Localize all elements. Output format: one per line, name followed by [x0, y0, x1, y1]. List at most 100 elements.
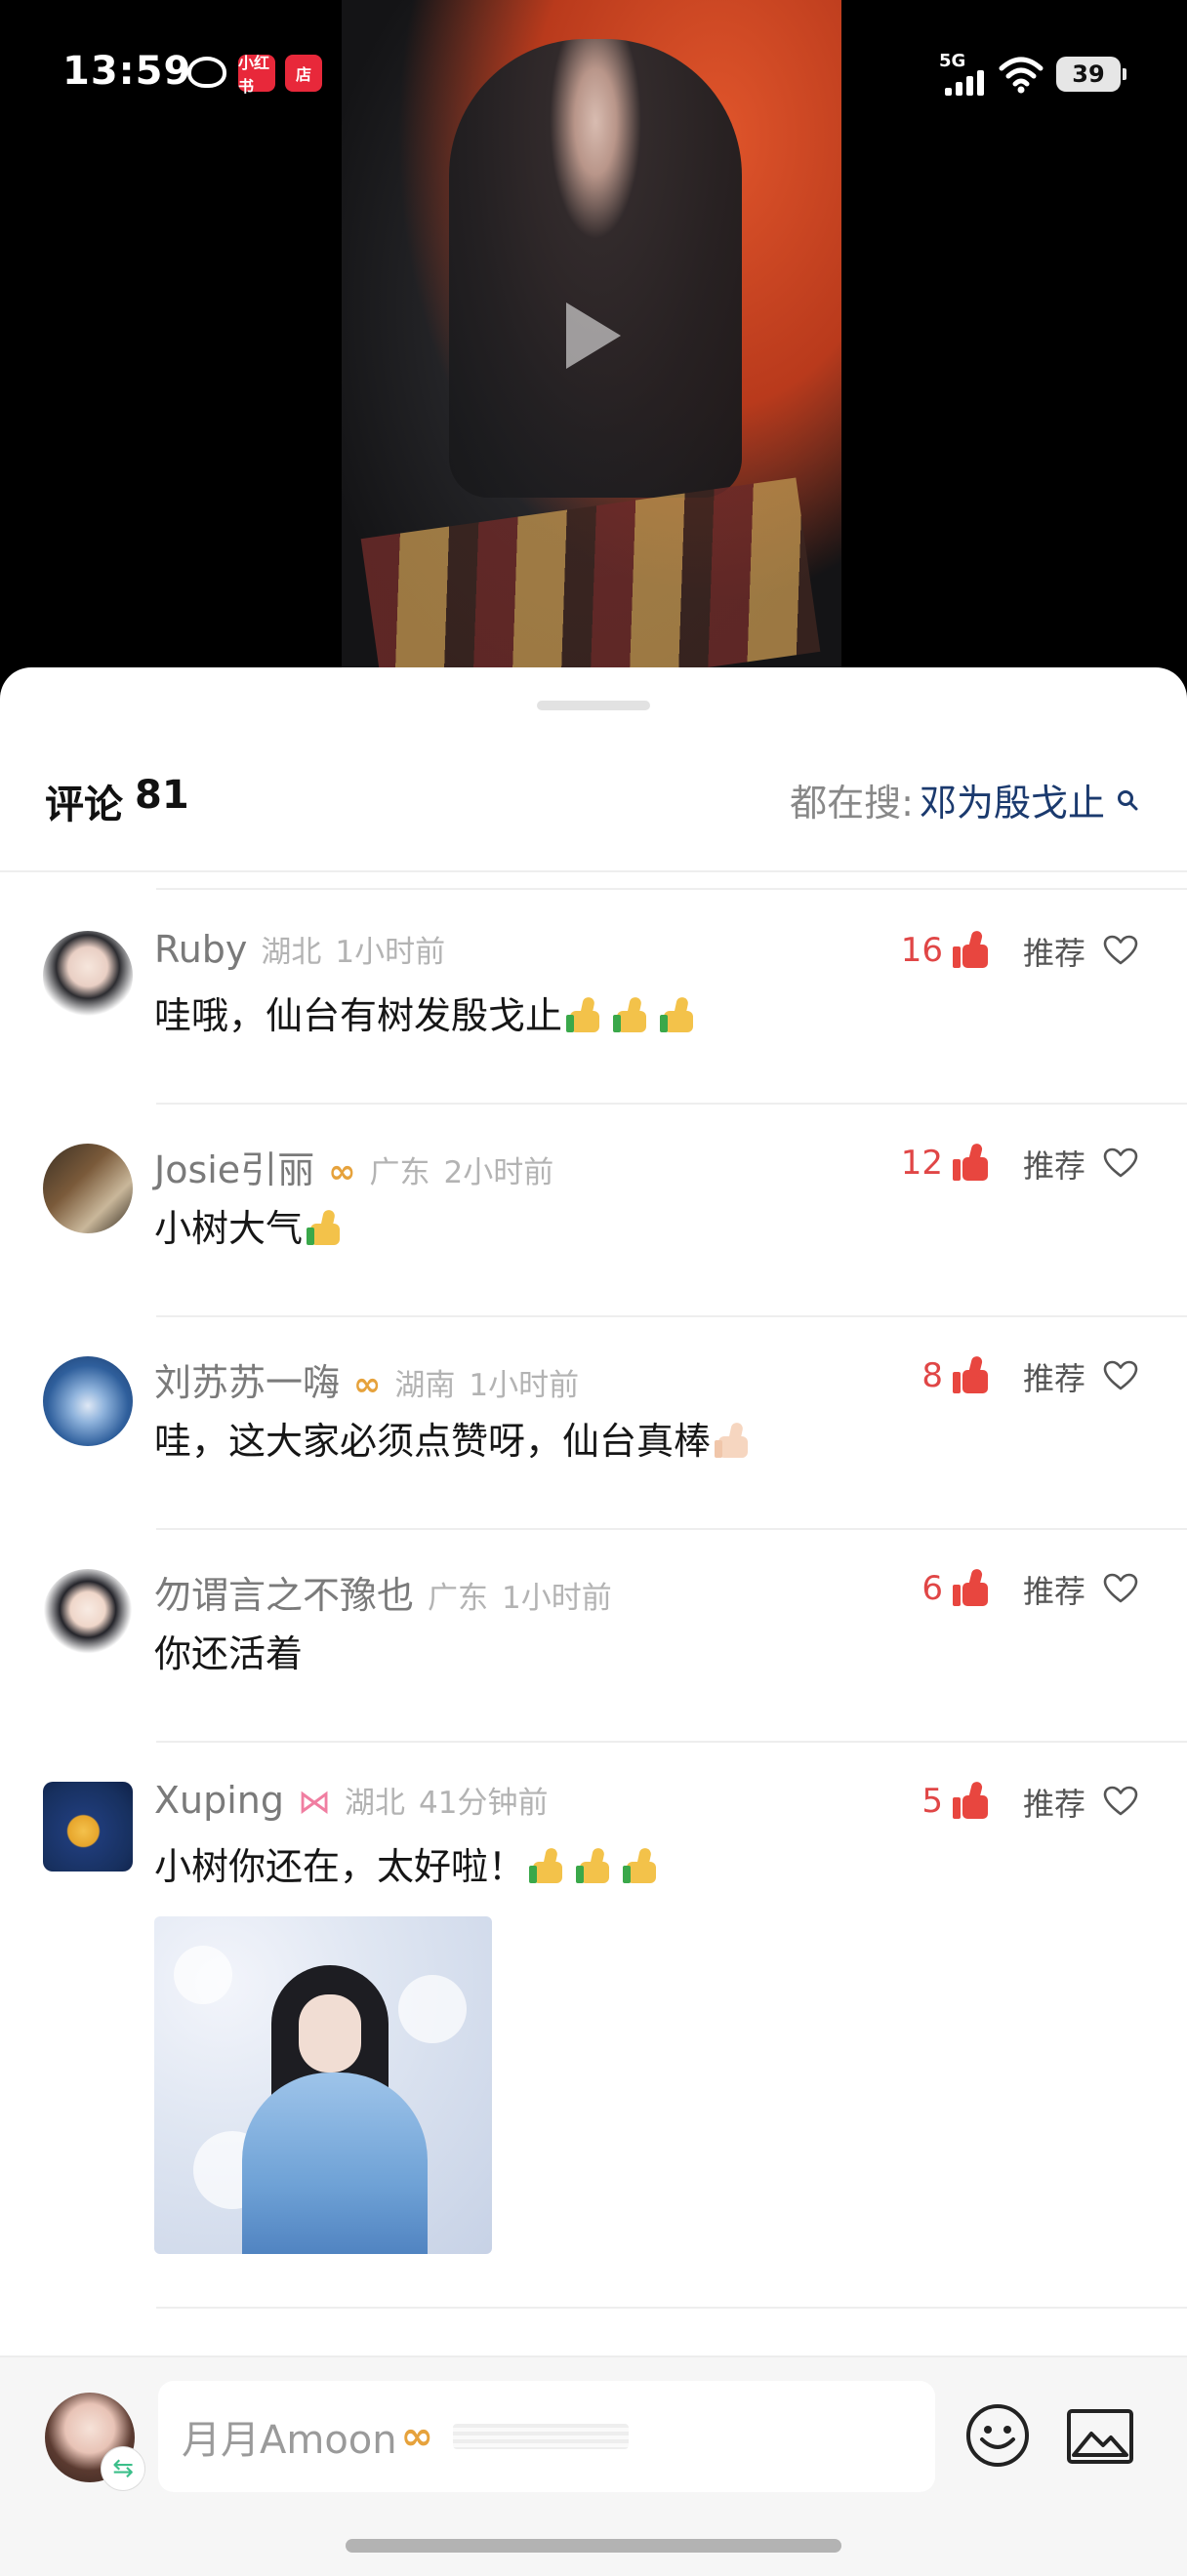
signal-icon — [945, 68, 986, 96]
like-count: 8 — [921, 1356, 943, 1395]
like-button[interactable]: 8 — [921, 1356, 992, 1395]
like-button[interactable]: 16 — [901, 931, 992, 970]
thumbs-up-emoji-icon — [529, 1846, 572, 1885]
comment-meta: Xuping ⋈ 湖北 41分钟前 — [154, 1778, 548, 1822]
thumbs-up-emoji-icon — [566, 995, 609, 1034]
home-indicator[interactable] — [346, 2539, 841, 2553]
comment-author[interactable]: Xuping — [154, 1779, 284, 1822]
comment-location: 湖北 — [261, 935, 322, 970]
thumbs-up-emoji-icon — [660, 995, 703, 1034]
recommend-button[interactable]: 推荐 — [1023, 1567, 1085, 1612]
xiaohongshu-badge-icon: 小红书 — [238, 54, 275, 96]
thumbs-up-emoji-icon — [715, 1421, 757, 1460]
thumbs-up-emoji-icon — [576, 1846, 619, 1885]
comment-item[interactable]: Ruby 湖北 1小时前 哇哦，仙台有树发殷戈止 16 推荐 — [0, 892, 1187, 1105]
comment-meta: Ruby 湖北 1小时前 — [154, 927, 445, 971]
thumbs-up-emoji-icon — [307, 1208, 349, 1247]
like-button[interactable]: 5 — [921, 1782, 992, 1821]
avatar[interactable] — [43, 1569, 133, 1659]
input-user-name: 月月Amoon — [182, 2418, 397, 2463]
comment-meta: Josie引丽 ∞ 广东 2小时前 — [154, 1140, 553, 1193]
switch-account-icon[interactable]: ⇆ — [102, 2447, 144, 2490]
play-icon[interactable] — [566, 302, 621, 369]
like-icon[interactable] — [953, 1569, 992, 1608]
comment-meta: 刘苏苏一嗨 ∞ 湖南 1小时前 — [154, 1352, 579, 1406]
status-time: 13:59 — [62, 49, 192, 94]
blossom-decoration — [398, 1975, 467, 2043]
input-placeholder-blurred — [452, 2424, 629, 2449]
recommend-button[interactable]: 推荐 — [1023, 1780, 1085, 1825]
avatar[interactable] — [43, 1782, 133, 1872]
comment-author[interactable]: 勿谓言之不豫也 — [154, 1565, 414, 1619]
comment-text: 小树大气 — [154, 1198, 349, 1252]
like-icon[interactable] — [953, 931, 992, 970]
heart-icon[interactable] — [1103, 1573, 1138, 1604]
comment-text-content: 你还活着 — [154, 1632, 304, 1675]
comment-item[interactable]: Josie引丽 ∞ 广东 2小时前 小树大气 12 推荐 — [0, 1105, 1187, 1317]
thumbs-up-emoji-icon — [623, 1846, 666, 1885]
like-icon[interactable] — [953, 1782, 992, 1821]
comment-input-bar: ⇆ 月月Amoon ∞ — [0, 2355, 1187, 2576]
figure-robe — [242, 2073, 428, 2254]
like-icon[interactable] — [953, 1144, 992, 1183]
trending-label: 都在搜: — [790, 782, 914, 825]
like-count: 5 — [921, 1782, 943, 1821]
like-icon[interactable] — [953, 1356, 992, 1395]
recommend-button[interactable]: 推荐 — [1023, 1142, 1085, 1187]
comment-input[interactable]: 月月Amoon ∞ — [158, 2381, 935, 2492]
avatar[interactable] — [43, 1356, 133, 1446]
comment-item[interactable]: 刘苏苏一嗨 ∞ 湖南 1小时前 哇，这大家必须点赞呀，仙台真棒 8 推荐 — [0, 1317, 1187, 1530]
comment-location: 湖南 — [394, 1368, 456, 1403]
comment-sheet: 评论 81 都在搜: 邓为殷戈止 Ruby 湖北 1小时前 哇哦，仙台有树发殷戈… — [0, 667, 1187, 2576]
comment-author[interactable]: Ruby — [154, 928, 247, 971]
comment-text: 小树你还在，太好啦！ — [154, 1836, 666, 1890]
battery-icon: 39 — [1056, 57, 1126, 92]
comment-time: 1小时前 — [502, 1581, 612, 1616]
like-button[interactable]: 6 — [921, 1569, 992, 1608]
heart-icon[interactable] — [1103, 1147, 1138, 1179]
thumbs-up-emoji-icon — [613, 995, 656, 1034]
comment-location: 广东 — [428, 1581, 489, 1616]
heart-icon[interactable] — [1103, 1360, 1138, 1391]
comment-time: 1小时前 — [335, 935, 446, 970]
comment-image[interactable] — [154, 1916, 492, 2254]
like-count: 16 — [900, 931, 943, 970]
sheet-header: 评论 81 都在搜: 邓为殷戈止 — [0, 765, 1187, 872]
video-robe-pattern — [360, 477, 821, 683]
trending-term[interactable]: 邓为殷戈止 — [920, 773, 1105, 826]
comments-title: 评论 81 — [45, 773, 189, 829]
comment-author[interactable]: Josie引丽 — [154, 1140, 314, 1193]
comment-text-content: 哇，这大家必须点赞呀，仙台真棒 — [154, 1420, 712, 1463]
drag-handle[interactable] — [537, 701, 650, 710]
image-icon[interactable] — [1066, 2408, 1134, 2465]
comment-author[interactable]: 刘苏苏一嗨 — [154, 1352, 340, 1406]
comment-text-content: 小树你还在，太好啦！ — [154, 1845, 526, 1888]
comment-text: 哇哦，仙台有树发殷戈止 — [154, 986, 703, 1039]
like-count: 12 — [900, 1144, 943, 1183]
header-divider — [0, 870, 1187, 872]
figure-face — [299, 1994, 361, 2073]
comment-text-content: 哇哦，仙台有树发殷戈止 — [154, 994, 563, 1037]
status-bar: 13:59 小红书 店 5G 39 — [0, 0, 1187, 146]
comment-item[interactable]: 勿谓言之不豫也 广东 1小时前 你还活着 6 推荐 — [0, 1530, 1187, 1743]
trending-search[interactable]: 都在搜: 邓为殷戈止 — [790, 773, 1138, 826]
comment-location: 广东 — [369, 1155, 430, 1190]
search-icon[interactable] — [1117, 789, 1138, 811]
emoji-icon[interactable] — [964, 2402, 1031, 2469]
avatar[interactable] — [43, 1144, 133, 1233]
avatar[interactable] — [43, 931, 133, 1021]
header-divider — [156, 888, 1187, 890]
recommend-button[interactable]: 推荐 — [1023, 929, 1085, 974]
row-divider — [156, 2307, 1187, 2309]
like-button[interactable]: 12 — [901, 1144, 992, 1183]
comment-time: 1小时前 — [469, 1368, 580, 1403]
blossom-decoration — [174, 1946, 232, 2004]
comments-count: 81 — [135, 773, 189, 818]
comment-time: 41分钟前 — [419, 1786, 549, 1821]
heart-icon[interactable] — [1103, 1786, 1138, 1817]
recommend-button[interactable]: 推荐 — [1023, 1354, 1085, 1399]
comment-text-content: 小树大气 — [154, 1207, 304, 1250]
comment-item[interactable]: Xuping ⋈ 湖北 41分钟前 小树你还在，太好啦！ 5 推荐 — [0, 1743, 1187, 2309]
heart-icon[interactable] — [1103, 935, 1138, 966]
like-count: 6 — [921, 1569, 943, 1608]
